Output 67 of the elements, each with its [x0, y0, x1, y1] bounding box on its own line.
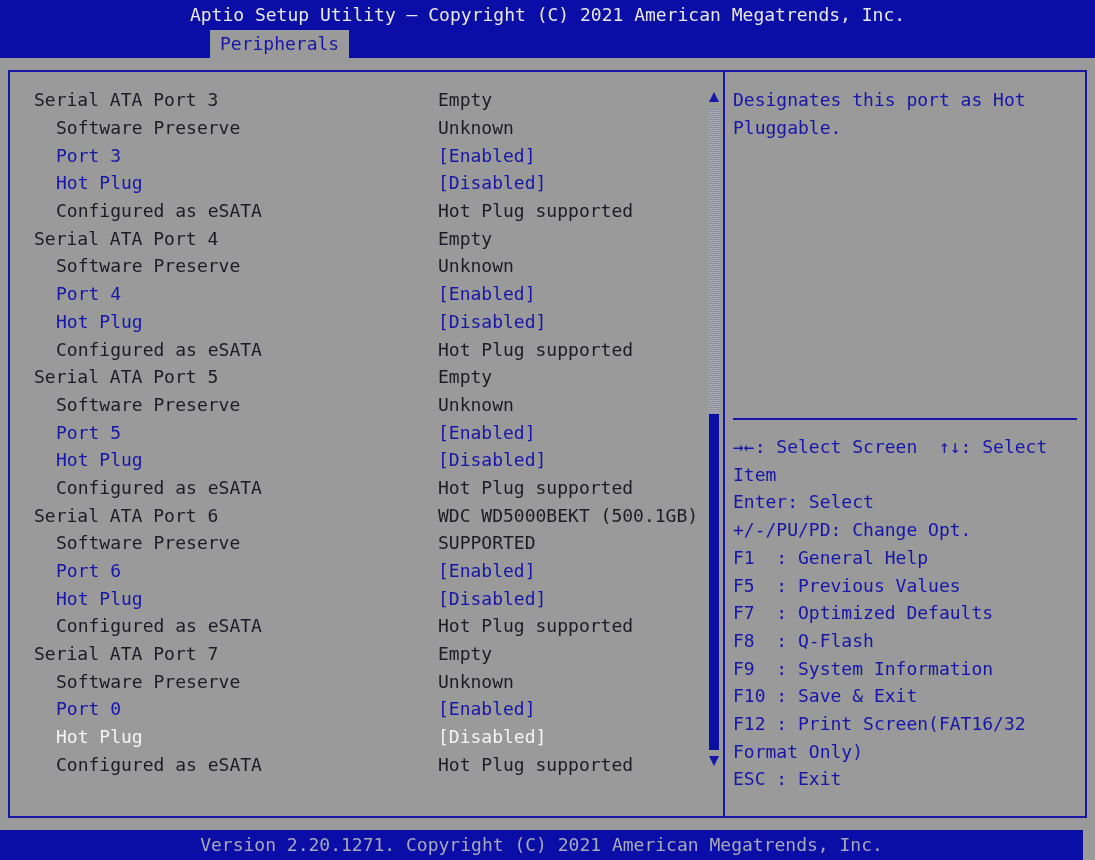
key-hint: F10 : Save & Exit — [733, 684, 919, 709]
field-value: SUPPORTED — [438, 532, 536, 554]
field-label: Software Preserve — [56, 117, 241, 139]
key-hint: F5 : Previous Values — [733, 573, 962, 598]
help-description: Designates this port as Hot Pluggable. — [733, 88, 1027, 140]
field-value: Hot Plug supported — [438, 200, 634, 222]
field-value: Hot Plug supported — [438, 338, 634, 360]
setting-value[interactable]: [Enabled] — [438, 144, 536, 166]
field-label: Serial ATA Port 6 — [34, 504, 219, 526]
setting-value[interactable]: [Disabled] — [438, 449, 547, 471]
field-label: Configured as eSATA — [56, 200, 262, 222]
field-value: Hot Plug supported — [438, 615, 634, 637]
key-hint: F8 : Q-Flash — [733, 628, 875, 653]
field-label: Software Preserve — [56, 532, 241, 554]
field-value: Empty — [438, 643, 493, 665]
window-title: Aptio Setup Utility – Copyright (C) 2021 American Megatrends, Inc. — [189, 3, 906, 27]
field-value: Empty — [438, 227, 493, 249]
field-label: Software Preserve — [56, 255, 241, 277]
field-value: Unknown — [438, 670, 514, 692]
setting-label[interactable]: Port 5 — [56, 421, 122, 443]
setting-label[interactable]: Port 4 — [56, 283, 122, 305]
setting-value[interactable]: [Disabled] — [438, 172, 547, 194]
setting-value[interactable]: [Enabled] — [438, 421, 536, 443]
key-hint: F12 : Print Screen(FAT16/32 Format Only) — [733, 712, 1027, 764]
field-label: Software Preserve — [56, 670, 241, 692]
field-label: Serial ATA Port 4 — [34, 227, 219, 249]
scroll-up-icon[interactable] — [709, 92, 719, 102]
field-value: Empty — [438, 89, 493, 111]
tab[interactable]: Peripherals — [210, 30, 350, 58]
scroll-down-icon[interactable] — [709, 756, 719, 766]
key-hint: +/-/PU/PD: Change Opt. — [733, 518, 973, 543]
setting-label[interactable]: Port 6 — [56, 560, 122, 582]
field-label: Serial ATA Port 5 — [34, 366, 219, 388]
field-value: Empty — [438, 366, 493, 388]
field-label: Configured as eSATA — [56, 615, 262, 637]
key-hint: F7 : Optimized Defaults — [733, 601, 995, 626]
key-hint: ESC : Exit — [733, 767, 843, 792]
key-hint: F1 : General Help — [733, 545, 930, 570]
footer-text: Version 2.20.1271. Copyright (C) 2021 American Megatrends, Inc. — [200, 834, 883, 855]
setting-label[interactable]: Hot Plug — [56, 449, 143, 471]
setting-value[interactable]: [Disabled] — [438, 726, 547, 748]
field-label: Serial ATA Port 3 — [34, 89, 219, 111]
field-label: Serial ATA Port 7 — [34, 643, 219, 665]
field-value: Hot Plug supported — [438, 753, 634, 775]
setting-label[interactable]: Port 0 — [56, 698, 122, 720]
setting-label[interactable]: Port 3 — [56, 144, 122, 166]
setting-label[interactable]: Hot Plug — [56, 310, 143, 332]
setting-value[interactable]: [Enabled] — [438, 698, 536, 720]
setting-label[interactable]: Hot Plug — [56, 726, 143, 748]
field-value: Unknown — [438, 117, 514, 139]
field-label: Configured as eSATA — [56, 476, 262, 498]
field-value: WDC WD5000BEKT (500.1GB) — [438, 504, 699, 526]
field-value: Unknown — [438, 255, 514, 277]
field-value: Unknown — [438, 393, 514, 415]
field-label: Configured as eSATA — [56, 338, 262, 360]
key-hint: Enter: Select — [733, 490, 875, 515]
setting-value[interactable]: [Disabled] — [438, 310, 547, 332]
key-hint: →←: Select Screen ↑↓: Select Item — [733, 435, 1049, 487]
field-label: Software Preserve — [56, 393, 241, 415]
setting-label[interactable]: Hot Plug — [56, 587, 143, 609]
key-hint: F9 : System Information — [733, 656, 995, 681]
setting-value[interactable]: [Disabled] — [438, 587, 547, 609]
field-value: Hot Plug supported — [438, 476, 634, 498]
field-label: Configured as eSATA — [56, 753, 262, 775]
setting-value[interactable]: [Enabled] — [438, 283, 536, 305]
setting-label[interactable]: Hot Plug — [56, 172, 143, 194]
setting-value[interactable]: [Enabled] — [438, 560, 536, 582]
